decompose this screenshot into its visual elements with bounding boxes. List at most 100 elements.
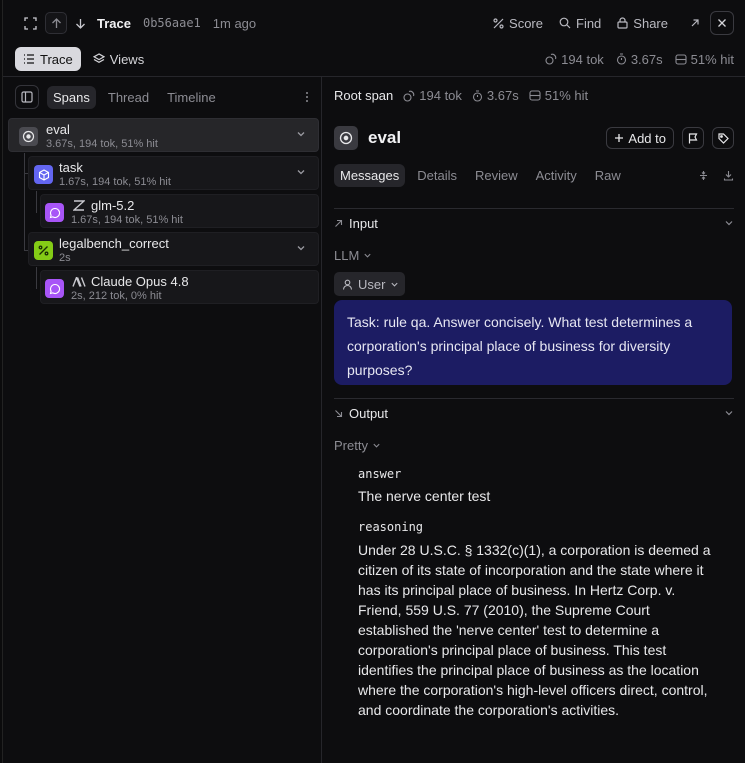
trace-stats: 194 tok 3.67s 51% hit — [545, 52, 734, 67]
top-actions: Score Find Share — [493, 12, 706, 34]
lock-icon — [617, 17, 628, 29]
tab-spans[interactable]: Spans — [47, 85, 96, 109]
duration-value: 3.67s — [486, 88, 519, 103]
trace-window: Trace 0b56aae1 1m ago Score Find Share T… — [2, 0, 745, 763]
span-node-legalbench[interactable]: legalbench_correct 2s — [28, 232, 319, 266]
panel-icon[interactable] — [15, 85, 39, 109]
score-button[interactable]: Score — [493, 16, 543, 31]
chevron-down-icon — [724, 408, 734, 418]
view-bar: Trace Views 194 tok 3.67s 51% hit — [3, 42, 745, 76]
tab-raw[interactable]: Raw — [589, 164, 627, 187]
percent-icon — [34, 241, 53, 260]
timer-icon — [472, 89, 483, 102]
flag-button[interactable] — [682, 127, 704, 149]
download-icon[interactable] — [723, 170, 734, 181]
chevron-down-icon[interactable] — [296, 129, 306, 139]
reasoning-key: reasoning — [358, 520, 424, 534]
input-section-header[interactable]: Input — [334, 210, 734, 236]
message-icon — [45, 279, 64, 298]
add-to-button[interactable]: Add to — [606, 127, 674, 149]
target-icon — [334, 126, 358, 150]
span-name: glm-5.2 — [91, 198, 135, 213]
output-section-header[interactable]: Output — [334, 400, 734, 426]
span-name: legalbench_correct — [59, 236, 169, 251]
cache-value: 51% hit — [544, 88, 589, 103]
message-icon — [45, 203, 64, 222]
tab-details[interactable]: Details — [411, 164, 463, 187]
span-node-eval[interactable]: eval 3.67s, 194 tok, 51% hit — [8, 118, 319, 152]
span-meta: 1.67s, 194 tok, 51% hit — [59, 176, 171, 188]
duration-stat: 3.67s — [616, 52, 663, 67]
tab-messages[interactable]: Messages — [334, 163, 406, 187]
kebab-icon[interactable] — [305, 91, 309, 103]
role-select[interactable]: User — [334, 272, 405, 296]
span-tree-panel: Spans Thread Timeline eval 3.67s, 194 to… — [3, 77, 321, 763]
detail-tab-tools — [698, 170, 734, 181]
reasoning-value: Under 28 U.S.C. § 1332(c)(1), a corporat… — [358, 542, 711, 718]
chevron-down-icon — [724, 218, 734, 228]
format-select[interactable]: LLM — [334, 248, 372, 263]
find-button[interactable]: Find — [559, 16, 601, 31]
span-meta: 2s, 212 tok, 0% hit — [71, 290, 162, 302]
answer-value: The nerve center test — [358, 488, 491, 504]
span-name: Claude Opus 4.8 — [91, 274, 189, 289]
span-meta: 3.67s, 194 tok, 51% hit — [46, 138, 158, 150]
span-node-task[interactable]: task 1.67s, 194 tok, 51% hit — [28, 156, 319, 190]
user-message: Task: rule qa. Answer concisely. What te… — [334, 300, 732, 385]
list-icon — [23, 54, 35, 64]
chevron-down-icon[interactable] — [296, 243, 306, 253]
cache-stat: 51% hit — [529, 88, 588, 103]
tab-activity[interactable]: Activity — [530, 164, 583, 187]
span-node-glm[interactable]: glm-5.2 1.67s, 194 tok, 51% hit — [40, 194, 319, 228]
expand-icon[interactable] — [19, 12, 41, 34]
tag-button[interactable] — [712, 127, 734, 149]
duration-stat: 3.67s — [472, 88, 519, 103]
database-icon — [529, 90, 541, 101]
search-icon — [559, 17, 571, 29]
token-stat: 194 tok — [545, 52, 604, 67]
root-span-header: Root span 194 tok 3.67s 51% hit — [334, 88, 588, 103]
chevron-down-icon — [390, 280, 399, 289]
trace-hash[interactable]: 0b56aae1 — [143, 16, 201, 30]
token-count: 194 tok — [561, 51, 604, 67]
output-format-select[interactable]: Pretty — [334, 438, 381, 453]
tree-connector — [24, 153, 25, 251]
span-meta: 2s — [59, 252, 71, 264]
chevron-down-icon — [372, 441, 381, 450]
format-value: LLM — [334, 248, 360, 263]
score-label: Score — [509, 15, 543, 31]
tree-connector — [36, 267, 37, 289]
input-section-title: Input — [349, 215, 378, 231]
timer-icon — [616, 53, 627, 65]
chevron-down-icon[interactable] — [296, 167, 306, 177]
score-icon — [493, 17, 504, 29]
model-logo-icon — [72, 277, 86, 287]
plus-icon — [614, 133, 624, 143]
close-icon[interactable] — [710, 11, 734, 35]
tab-thread[interactable]: Thread — [102, 86, 155, 109]
collapse-icon[interactable] — [698, 170, 709, 181]
cache-value: 51% hit — [690, 51, 734, 67]
corner-arrow-icon — [334, 219, 343, 228]
role-value: User — [358, 276, 386, 292]
coins-icon — [545, 53, 557, 65]
tab-views-label: Views — [109, 51, 145, 67]
database-icon — [675, 53, 687, 65]
tab-trace-label: Trace — [40, 51, 73, 67]
tab-timeline[interactable]: Timeline — [161, 86, 222, 109]
external-link-icon[interactable] — [684, 12, 706, 34]
span-detail-panel: Root span 194 tok 3.67s 51% hit eval Add… — [322, 77, 745, 763]
root-span-label: Root span — [334, 88, 394, 103]
span-meta: 1.67s, 194 tok, 51% hit — [71, 214, 183, 226]
page-title: Trace — [97, 15, 131, 31]
arrow-down-icon[interactable] — [69, 12, 91, 34]
share-label: Share — [633, 15, 668, 31]
share-button[interactable]: Share — [617, 16, 668, 31]
answer-key: answer — [358, 467, 402, 481]
span-node-claude[interactable]: Claude Opus 4.8 2s, 212 tok, 0% hit — [40, 270, 319, 304]
arrow-up-icon[interactable] — [45, 12, 67, 34]
span-title-row: eval Add to — [334, 125, 734, 151]
tab-review[interactable]: Review — [469, 164, 524, 187]
tab-trace[interactable]: Trace — [15, 47, 81, 71]
tab-views[interactable]: Views — [85, 47, 152, 71]
